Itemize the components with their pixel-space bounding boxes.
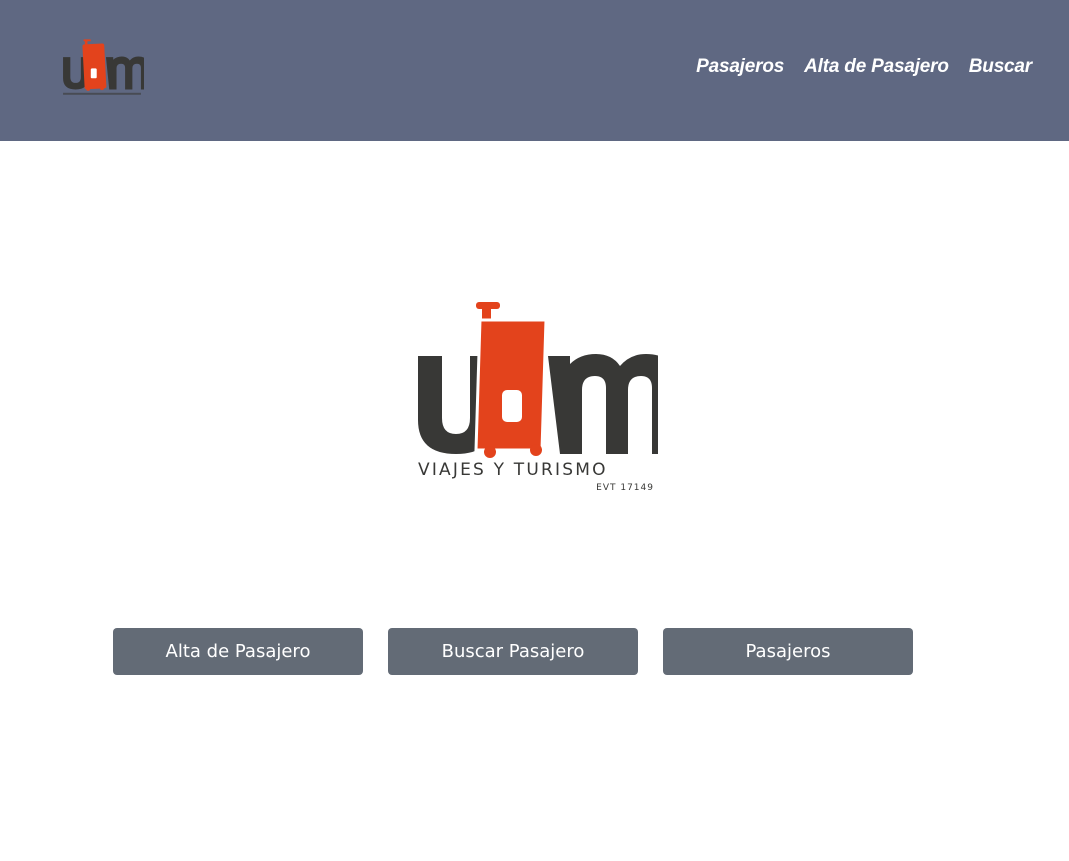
hero-license: EVT 17149 xyxy=(596,483,654,493)
brand-logo[interactable] xyxy=(60,38,149,104)
top-navbar: Pasajeros Alta de Pasajero Buscar xyxy=(0,0,1069,141)
hero-tagline: VIAJES Y TURISMO xyxy=(418,460,608,480)
ubm-logo-icon xyxy=(63,39,149,95)
main-nav: Pasajeros Alta de Pasajero Buscar xyxy=(696,56,1032,78)
nav-link-pasajeros[interactable]: Pasajeros xyxy=(696,56,784,78)
alta-de-pasajero-button[interactable]: Alta de Pasajero xyxy=(113,628,363,675)
nav-link-buscar[interactable]: Buscar xyxy=(969,56,1032,78)
action-buttons: Alta de Pasajero Buscar Pasajero Pasajer… xyxy=(113,628,913,675)
pasajeros-button[interactable]: Pasajeros xyxy=(663,628,913,675)
buscar-pasajero-button[interactable]: Buscar Pasajero xyxy=(388,628,638,675)
nav-link-alta-de-pasajero[interactable]: Alta de Pasajero xyxy=(804,56,949,78)
hero-logo: VIAJES Y TURISMO EVT 17149 xyxy=(414,298,676,498)
